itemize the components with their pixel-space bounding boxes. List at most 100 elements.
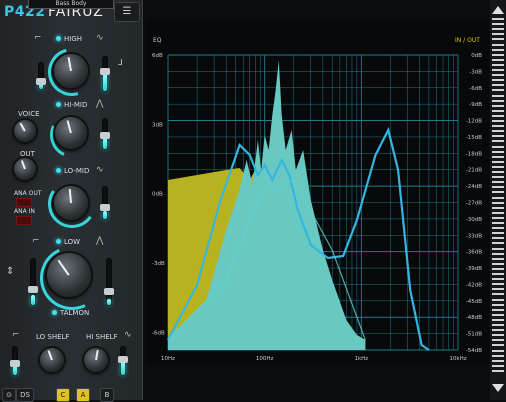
- ana-in-indicator[interactable]: [16, 216, 32, 225]
- lo-shelf-knob[interactable]: [40, 348, 64, 372]
- low-led[interactable]: [56, 239, 61, 244]
- meter-segment: [492, 308, 504, 311]
- meter-segment: [492, 222, 504, 224]
- meter-db-tick: -54dB: [466, 348, 482, 354]
- meter-segment: [492, 94, 504, 97]
- meter-segment: [492, 171, 504, 173]
- meter-segment: [492, 206, 504, 209]
- high-gain-knob[interactable]: [54, 54, 88, 88]
- hi-shelf-shape-icon: ∿: [124, 330, 132, 340]
- meter-db-tick: 0dB: [471, 53, 482, 59]
- meter-db-tick: -24dB: [466, 184, 482, 190]
- preset-dropdown[interactable]: Bass Body: [28, 0, 114, 9]
- meter-segment: [492, 145, 504, 148]
- voice-knob[interactable]: [14, 120, 36, 142]
- link-arrows-icon[interactable]: ⇕: [6, 266, 14, 277]
- meter-segment: [492, 329, 504, 332]
- meter-segment: [492, 242, 504, 245]
- meter-segment: [492, 140, 504, 143]
- high-freq-slider[interactable]: [100, 56, 110, 92]
- meter-segment: [492, 130, 504, 133]
- hi-mid-led[interactable]: [56, 102, 61, 107]
- meter-segment: [492, 313, 504, 316]
- freq-tick: 100Hz: [256, 356, 274, 362]
- meter-segment: [492, 354, 504, 357]
- output-meter-scrollbar[interactable]: [490, 0, 506, 400]
- meter-segment: [492, 293, 504, 296]
- high-q-slider[interactable]: [36, 62, 46, 90]
- meter-segment: [492, 89, 504, 92]
- talmon-led[interactable]: [52, 310, 57, 315]
- meter-segment: [492, 211, 504, 214]
- meter-segment: [492, 278, 504, 281]
- eq-db-tick: 6dB: [152, 53, 163, 59]
- meter-segment: [492, 18, 504, 20]
- ana-out-indicator[interactable]: [16, 198, 32, 207]
- lo-mid-led[interactable]: [56, 168, 61, 173]
- meter-segment: [492, 344, 504, 347]
- meter-segment: [492, 181, 504, 184]
- meter-segment: [492, 186, 504, 189]
- lo-mid-gain-knob[interactable]: [54, 186, 88, 220]
- meter-segment: [492, 364, 504, 367]
- out-knob[interactable]: [14, 158, 36, 180]
- meter-segment: [492, 324, 504, 326]
- meter-db-tick: -27dB: [466, 201, 482, 207]
- meter-segment: [492, 58, 504, 61]
- meter-segment: [492, 369, 504, 372]
- low-q-slider[interactable]: [28, 258, 38, 306]
- meter-segment: [492, 359, 504, 362]
- meter-segment: [492, 28, 504, 31]
- hi-shelf-knob[interactable]: [84, 348, 108, 372]
- meter-segment: [492, 283, 504, 286]
- lo-mid-freq-slider[interactable]: [100, 186, 110, 220]
- bell-shape-icon: ∿: [96, 165, 104, 175]
- voice-label: VOICE: [18, 110, 40, 118]
- eq-graph[interactable]: EQ IN / OUT 6dB 3dB 0dB -3dB -6dB 0dB -3dB -6d…: [146, 20, 490, 364]
- menu-icon[interactable]: ☰: [114, 2, 140, 22]
- meter-segment: [492, 63, 504, 66]
- meter-segment: [492, 176, 504, 179]
- meter-segment: [492, 334, 504, 337]
- talmon-label: TALMON: [60, 309, 90, 317]
- meter-segment: [492, 38, 504, 41]
- scroll-up-arrow-icon[interactable]: [492, 6, 504, 14]
- freq-tick: 1kHz: [354, 356, 368, 362]
- lo-shelf-slider[interactable]: [10, 346, 20, 376]
- meter-segment: [492, 79, 504, 82]
- meter-db-tick: -6dB: [469, 86, 482, 92]
- meter-segment: [492, 339, 504, 342]
- shelf-shape-icon: ∿: [96, 33, 104, 43]
- meter-segment: [492, 303, 504, 306]
- meter-db-tick: -9dB: [469, 102, 482, 108]
- meter-db-tick: -45dB: [466, 299, 482, 305]
- meter-segment: [492, 267, 504, 270]
- hi-shelf-slider[interactable]: [118, 346, 128, 376]
- meter-segment: [492, 318, 504, 321]
- meter-segment: [492, 257, 504, 260]
- scroll-down-arrow-icon[interactable]: [492, 384, 504, 392]
- meter-segment: [492, 69, 504, 71]
- low-freq-slider[interactable]: [104, 258, 114, 306]
- eq-db-tick: 0dB: [152, 192, 163, 198]
- hi-mid-gain-knob[interactable]: [55, 117, 87, 149]
- meter-segment: [492, 201, 504, 204]
- eq-db-tick: -6dB: [152, 330, 165, 336]
- eq-db-tick: -3dB: [152, 261, 165, 267]
- hi-mid-freq-slider[interactable]: [100, 118, 110, 150]
- meter-db-tick: -42dB: [466, 282, 482, 288]
- meter-segment: [492, 33, 504, 36]
- eq-title: EQ: [153, 37, 162, 44]
- meter-db-tick: -51dB: [466, 332, 482, 338]
- meter-segment: [492, 216, 504, 219]
- meter-segment: [492, 84, 504, 87]
- meter-segment: [492, 150, 504, 153]
- meter-db-tick: -48dB: [466, 315, 482, 321]
- high-led[interactable]: [56, 36, 61, 41]
- meter-segment: [492, 273, 504, 275]
- meter-db-tick: -18dB: [466, 151, 482, 157]
- meter-segment: [492, 191, 504, 194]
- low-gain-knob[interactable]: [47, 253, 91, 297]
- meter-segment: [492, 104, 504, 107]
- meter-segment: [492, 23, 504, 26]
